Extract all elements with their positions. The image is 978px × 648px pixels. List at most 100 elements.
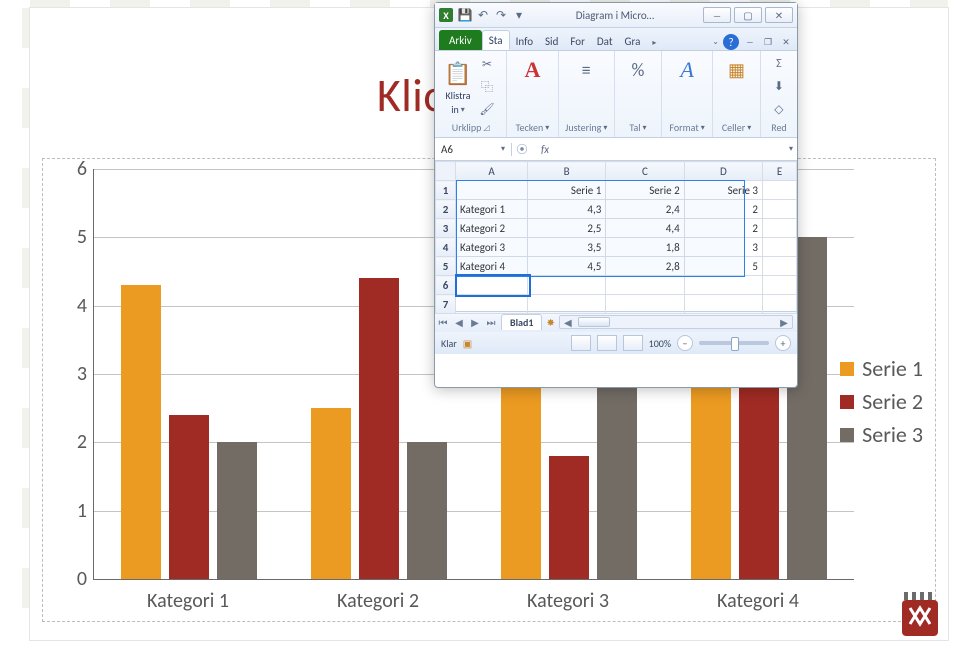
bar[interactable] [169,415,209,579]
sheet-nav-prev-icon[interactable]: ◀ [451,316,467,329]
bar[interactable] [217,442,257,579]
row-header[interactable]: 3 [436,219,456,238]
bar[interactable] [407,442,447,579]
titlebar[interactable]: X 💾 ↶ ↷ ▾ Diagram i Micro… ― ▢ ✕ [435,3,797,28]
bar[interactable] [549,456,589,579]
cells-button[interactable]: ▦ [717,53,756,87]
cut-icon[interactable]: ✂ [479,56,495,72]
zoom-in-button[interactable]: + [775,335,791,351]
tab-data[interactable]: Dat [591,32,619,50]
cell[interactable]: Serie 2 [606,181,684,200]
row-header[interactable]: 6 [436,276,456,295]
close-button[interactable]: ✕ [765,7,793,23]
format-painter-icon[interactable]: 🖌 [479,102,495,118]
row-header[interactable]: 5 [436,257,456,276]
cell[interactable]: 3,5 [528,238,606,257]
col-header[interactable]: B [528,162,606,181]
font-button[interactable]: A [511,53,553,87]
cell[interactable]: Serie 1 [528,181,606,200]
cell[interactable]: 3 [684,238,762,257]
legend-item[interactable]: Serie 1 [840,355,923,382]
cell[interactable]: 4,5 [528,257,606,276]
cell[interactable]: Kategori 1 [456,200,528,219]
clear-icon[interactable]: ◇ [771,102,787,118]
dialog-launcher-icon[interactable]: ◿ [483,123,489,133]
row-header[interactable]: 4 [436,238,456,257]
help-icon[interactable]: ? [723,34,739,50]
view-normal-button[interactable] [571,335,591,351]
zoom-out-button[interactable]: − [677,335,693,351]
redo-icon[interactable]: ↷ [493,7,509,23]
worksheet[interactable]: A B C D E 1 Serie 1 Serie 2 Serie 3 2 Ka… [435,161,797,311]
sheet-nav-last-icon[interactable]: ⏭ [483,316,499,329]
minimize-button[interactable]: ― [703,7,731,23]
insert-sheet-icon[interactable]: ✸ [546,316,554,329]
number-button[interactable]: % [619,53,657,87]
tab-overflow-icon[interactable]: ▸ [646,35,662,50]
align-button[interactable]: ≡ [563,53,610,87]
row-header[interactable]: 7 [436,295,456,314]
cell[interactable]: 2 [684,219,762,238]
row-header[interactable]: 2 [436,200,456,219]
sheet-nav-first-icon[interactable]: ⏮ [435,316,451,329]
fill-icon[interactable]: ⬇ [771,79,787,95]
undo-icon[interactable]: ↶ [475,7,491,23]
bar[interactable] [121,285,161,579]
tab-arkiv[interactable]: Arkiv [439,30,482,50]
sheet-tab[interactable]: Blad1 [501,314,542,330]
qat-customize-icon[interactable]: ▾ [511,7,527,23]
col-header[interactable]: E [763,162,797,181]
mdi-close-icon[interactable]: ✕ [779,36,793,48]
zoom-thumb[interactable] [731,337,739,351]
scroll-thumb[interactable] [578,317,610,327]
copy-icon[interactable]: ⿻ [479,79,495,95]
view-pagebreak-button[interactable] [623,335,643,351]
maximize-button[interactable]: ▢ [734,7,762,23]
cell[interactable]: 4,3 [528,200,606,219]
cell[interactable]: 2,4 [606,200,684,219]
view-pagelayout-button[interactable] [597,335,617,351]
tab-infoga[interactable]: Info [510,32,539,50]
fx-expand-icon[interactable]: ⦿ [512,141,532,157]
excel-data-window[interactable]: X 💾 ↶ ↷ ▾ Diagram i Micro… ― ▢ ✕ Arkiv S… [434,2,798,388]
tab-formler[interactable]: For [564,32,591,50]
paste-button[interactable]: 📋 Klistra in▾ [439,53,477,121]
ribbon-minimize-icon[interactable]: ⌄ [712,37,719,47]
cell[interactable]: Kategori 3 [456,238,528,257]
select-all-corner[interactable] [436,162,456,181]
cell[interactable]: 1,8 [606,238,684,257]
sheet-nav-next-icon[interactable]: ▶ [467,316,483,329]
formula-expand-icon[interactable]: ▾ [785,144,797,154]
mdi-minimize-icon[interactable]: ― [743,36,757,48]
bar[interactable] [597,374,637,579]
tab-granska[interactable]: Gra [619,32,647,50]
col-header[interactable]: D [684,162,762,181]
bar[interactable] [359,278,399,579]
tab-start[interactable]: Sta [482,30,510,50]
tab-sidlayout[interactable]: Sid [539,32,564,50]
cell[interactable]: Serie 3 [684,181,762,200]
name-box[interactable]: A6▾ [435,143,512,156]
col-header[interactable]: C [606,162,684,181]
bar[interactable] [739,388,779,579]
bar[interactable] [311,408,351,579]
zoom-level[interactable]: 100% [649,337,671,350]
row-header[interactable]: 1 [436,181,456,200]
hscrollbar[interactable]: ◀ ▶ [559,315,793,329]
cell[interactable]: 5 [684,257,762,276]
fx-icon[interactable]: fx [532,143,558,156]
cell[interactable]: 2 [684,200,762,219]
mdi-restore-icon[interactable]: ❐ [761,36,775,48]
cell[interactable]: Kategori 4 [456,257,528,276]
legend-item[interactable]: Serie 3 [840,421,923,448]
macro-record-icon[interactable]: ▣ [463,337,472,350]
autosum-icon[interactable]: Σ [771,56,787,72]
cell[interactable]: 2,8 [606,257,684,276]
col-header[interactable]: A [456,162,528,181]
legend[interactable]: Serie 1 Serie 2 Serie 3 [840,349,923,454]
cell[interactable]: 4,4 [606,219,684,238]
zoom-slider[interactable] [699,341,769,345]
cell[interactable]: 2,5 [528,219,606,238]
save-icon[interactable]: 💾 [457,7,473,23]
legend-item[interactable]: Serie 2 [840,388,923,415]
